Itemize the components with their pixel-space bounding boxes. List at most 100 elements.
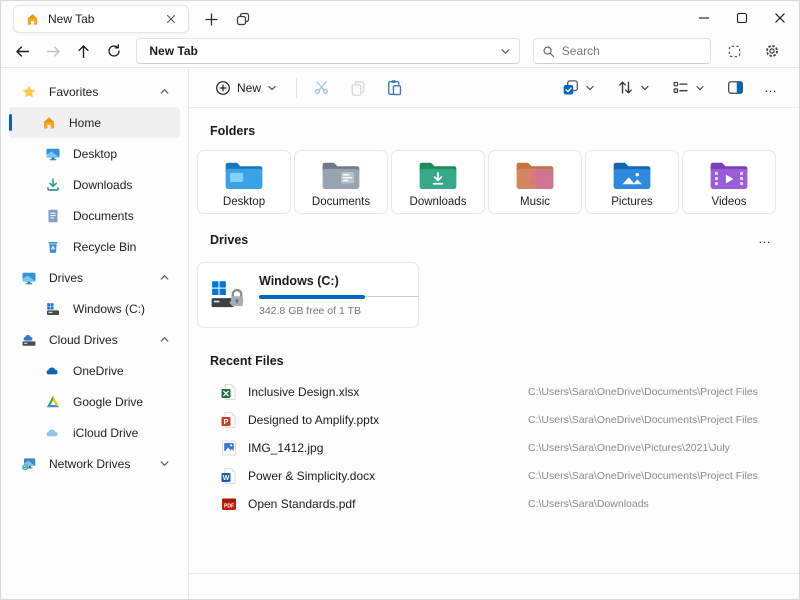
- sidebar-item-home[interactable]: Home: [9, 107, 180, 138]
- chevron-down-icon: [267, 83, 277, 93]
- network-drive-icon: [21, 456, 37, 472]
- cloud-drive-icon: [21, 332, 37, 348]
- tab-label: New Tab: [48, 12, 152, 26]
- refresh-icon: [106, 43, 122, 59]
- title-bar: New Tab: [1, 1, 799, 37]
- drive-usage-bar: [259, 295, 419, 299]
- sidebar-item-icloud-drive[interactable]: iCloud Drive: [5, 417, 184, 448]
- pictures-folder-icon: [611, 157, 653, 193]
- chevron-down-icon: [640, 83, 650, 93]
- chevron-down-icon[interactable]: [159, 458, 170, 469]
- chevron-down-icon: [695, 83, 705, 93]
- sidebar-item-windows-c[interactable]: Windows (C:): [5, 293, 184, 324]
- music-folder-icon: [514, 157, 556, 193]
- navigation-bar: New Tab: [1, 37, 799, 67]
- cut-button[interactable]: [306, 73, 337, 103]
- file-row-inclusive-design[interactable]: Inclusive Design.xlsx C:\Users\Sara\OneD…: [197, 378, 785, 406]
- monitor-icon: [45, 146, 61, 162]
- chevron-up-icon[interactable]: [159, 272, 170, 283]
- back-arrow-icon: [14, 43, 31, 60]
- forward-button[interactable]: [39, 38, 66, 64]
- search-input[interactable]: [562, 44, 702, 58]
- monitor-icon: [21, 270, 37, 286]
- drives-more-button[interactable]: …: [751, 228, 779, 250]
- address-text: New Tab: [149, 44, 499, 58]
- sort-dropdown-button[interactable]: [610, 73, 657, 103]
- sidebar-item-recycle-bin[interactable]: Recycle Bin: [5, 231, 184, 262]
- sidebar-section-drives[interactable]: Drives: [5, 262, 184, 293]
- tab-close-button[interactable]: [160, 8, 182, 30]
- tab-new-tab[interactable]: New Tab: [13, 5, 189, 33]
- svg-text:P: P: [223, 417, 228, 426]
- recycle-bin-icon: [45, 239, 61, 255]
- up-arrow-icon: [75, 43, 92, 60]
- sidebar-item-desktop[interactable]: Desktop: [5, 138, 184, 169]
- chevron-down-icon[interactable]: [500, 46, 511, 57]
- minimize-button[interactable]: [685, 1, 723, 35]
- refresh-button[interactable]: [100, 38, 127, 64]
- command-toolbar: New: [189, 68, 799, 108]
- drive-usage-fill: [259, 295, 365, 299]
- preview-pane-button[interactable]: [720, 73, 751, 103]
- search-box[interactable]: [533, 38, 711, 64]
- folder-card-desktop[interactable]: Desktop: [197, 150, 291, 214]
- tab-stack-button[interactable]: [229, 5, 257, 33]
- sidebar: Favorites Home Desktop Downloads Documen…: [1, 68, 189, 599]
- drives-heading: Drives: [210, 233, 248, 247]
- onedrive-icon: [45, 363, 61, 379]
- new-button[interactable]: New: [205, 73, 287, 103]
- svg-text:W: W: [223, 475, 230, 482]
- paste-button[interactable]: [379, 73, 410, 103]
- folders-grid: Desktop Documents Downloads Music: [197, 150, 785, 214]
- documents-folder-icon: [320, 157, 362, 193]
- folder-card-videos[interactable]: Videos: [682, 150, 776, 214]
- sidebar-section-favorites[interactable]: Favorites: [5, 76, 184, 107]
- sidebar-item-downloads[interactable]: Downloads: [5, 169, 184, 200]
- select-dropdown-button[interactable]: [555, 73, 602, 103]
- up-button[interactable]: [70, 38, 97, 64]
- sidebar-item-google-drive[interactable]: Google Drive: [5, 386, 184, 417]
- sidebar-item-documents[interactable]: Documents: [5, 200, 184, 231]
- more-icon: …: [764, 84, 778, 92]
- pdf-file-icon: PDF: [220, 495, 238, 513]
- file-row-open-standards[interactable]: PDF Open Standards.pdf C:\Users\Sara\Dow…: [197, 490, 785, 518]
- sidebar-item-onedrive[interactable]: OneDrive: [5, 355, 184, 386]
- layout-icon: [672, 79, 689, 96]
- chevron-up-icon[interactable]: [159, 86, 170, 97]
- image-file-icon: [220, 439, 238, 457]
- multiselect-toggle-button[interactable]: [721, 38, 749, 64]
- word-file-icon: W: [220, 467, 238, 485]
- sidebar-section-cloud-drives[interactable]: Cloud Drives: [5, 324, 184, 355]
- folder-card-documents[interactable]: Documents: [294, 150, 388, 214]
- address-bar[interactable]: New Tab: [136, 38, 519, 64]
- new-plus-icon: [215, 80, 231, 96]
- recent-files-list: Inclusive Design.xlsx C:\Users\Sara\OneD…: [197, 378, 785, 518]
- status-bar: [189, 573, 799, 599]
- folder-card-pictures[interactable]: Pictures: [585, 150, 679, 214]
- folders-heading: Folders: [210, 124, 785, 138]
- google-drive-icon: [45, 394, 61, 410]
- drive-card-windows-c[interactable]: Windows (C:) 342.8 GB free of 1 TB: [197, 262, 419, 328]
- download-icon: [45, 177, 61, 193]
- close-window-button[interactable]: [761, 1, 799, 35]
- folder-card-music[interactable]: Music: [488, 150, 582, 214]
- file-explorer-window: New Tab: [0, 0, 800, 600]
- maximize-button[interactable]: [723, 1, 761, 35]
- layout-dropdown-button[interactable]: [665, 73, 712, 103]
- sidebar-section-network-drives[interactable]: Network Drives: [5, 448, 184, 479]
- file-row-img-1412[interactable]: IMG_1412.jpg C:\Users\Sara\OneDrive\Pict…: [197, 434, 785, 462]
- toolbar-more-button[interactable]: …: [757, 73, 785, 103]
- svg-text:PDF: PDF: [224, 503, 234, 509]
- back-button[interactable]: [9, 38, 36, 64]
- sort-icon: [617, 79, 634, 96]
- chevron-up-icon[interactable]: [159, 334, 170, 345]
- file-row-power-simplicity[interactable]: W Power & Simplicity.docx C:\Users\Sara\…: [197, 462, 785, 490]
- multiselect-icon: [727, 44, 742, 59]
- settings-button[interactable]: [758, 38, 786, 64]
- file-row-designed-to-amplify[interactable]: P Designed to Amplify.pptx C:\Users\Sara…: [197, 406, 785, 434]
- copy-button[interactable]: [343, 73, 373, 103]
- home-icon: [41, 115, 57, 131]
- powerpoint-file-icon: P: [220, 411, 238, 429]
- folder-card-downloads[interactable]: Downloads: [391, 150, 485, 214]
- new-tab-button[interactable]: [197, 5, 225, 33]
